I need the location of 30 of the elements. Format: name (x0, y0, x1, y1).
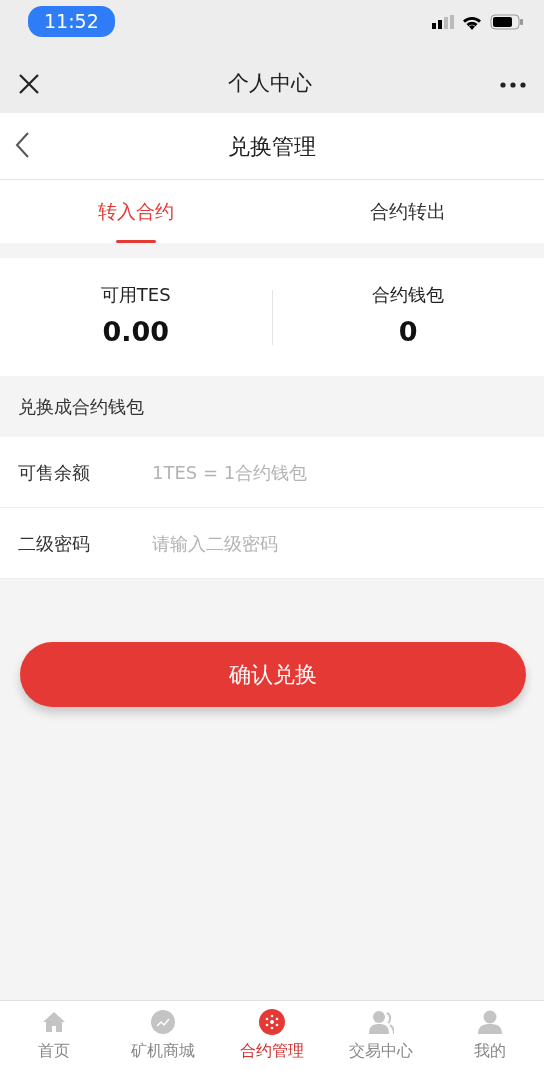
form-field[interactable]: 可售余额 1TES = 1合约钱包 (0, 437, 544, 508)
people-icon (367, 1009, 394, 1035)
wifi-icon (462, 14, 482, 30)
close-icon[interactable] (18, 73, 40, 95)
status-time: 11:52 (28, 6, 115, 37)
battery-icon (490, 14, 524, 30)
nav-tab[interactable]: 交易中心 (326, 1001, 436, 1071)
signal-icon (432, 15, 454, 29)
nav-tab[interactable]: 首页 (0, 1001, 109, 1071)
nav-tab[interactable]: 我的 (435, 1001, 544, 1071)
field-label: 可售余额 (18, 460, 91, 485)
user-icon (476, 1009, 503, 1035)
stat-value: 0.00 (101, 315, 171, 350)
stat-label: 合约钱包 (371, 283, 446, 308)
stat-value: 0 (397, 315, 419, 350)
dots-circle-icon (259, 1009, 285, 1035)
confirm-button[interactable]: 确认兑换 (20, 642, 526, 707)
nav-tab[interactable]: 合约管理 (217, 1001, 327, 1071)
field-label: 二级密码 (18, 531, 91, 556)
form-field[interactable]: 二级密码 请输入二级密码 (0, 508, 544, 579)
page-title: 个人中心 (228, 70, 312, 98)
back-button[interactable] (14, 131, 30, 159)
section-title: 兑换成合约钱包 (18, 395, 144, 419)
tab[interactable]: 转入合约 (0, 180, 272, 243)
more-icon[interactable] (500, 81, 526, 88)
header-title: 兑换管理 (228, 132, 316, 161)
nav-tab[interactable]: 矿机商城 (108, 1001, 218, 1071)
chart-badge-icon (150, 1009, 177, 1035)
stat-label: 可用TES (99, 283, 172, 308)
tab[interactable]: 合约转出 (272, 180, 544, 243)
